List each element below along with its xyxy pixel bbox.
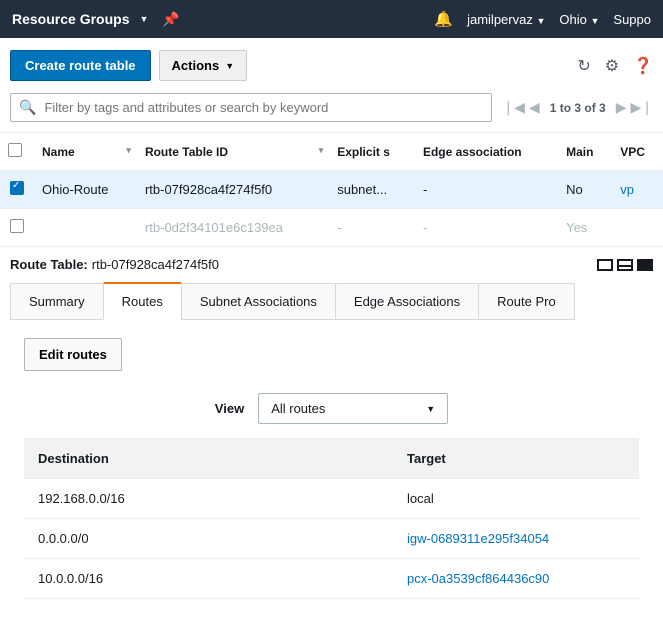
col-rtid[interactable]: Route Table ID▾: [137, 133, 329, 171]
page-last-icon[interactable]: ▶❘: [631, 99, 654, 116]
pin-icon[interactable]: 📌: [162, 11, 179, 28]
detail-id: rtb-07f928ca4f274f5f0: [92, 257, 219, 272]
col-edge[interactable]: Edge association: [415, 133, 558, 171]
cell-rtid: rtb-07f928ca4f274f5f0: [137, 171, 329, 209]
detail-header: Route Table: rtb-07f928ca4f274f5f0: [0, 247, 663, 282]
action-toolbar: Create route table Actions▼ ↻ ⚙ ❓: [0, 38, 663, 89]
row-checkbox[interactable]: [10, 181, 24, 195]
user-menu[interactable]: jamilpervaz ▼: [467, 12, 545, 27]
tab-route-propagation[interactable]: Route Pro: [478, 283, 575, 320]
actions-button[interactable]: Actions▼: [159, 50, 248, 81]
bell-icon[interactable]: 🔔: [434, 10, 453, 28]
view-label: View: [215, 401, 244, 416]
tab-routes[interactable]: Routes: [103, 282, 182, 320]
page-next-icon[interactable]: ▶: [616, 99, 627, 116]
filter-row: 🔍 ❘◀ ◀ 1 to 3 of 3 ▶ ▶❘: [0, 89, 663, 133]
routes-panel: Edit routes View All routes ▼ Destinatio…: [0, 320, 663, 617]
edit-routes-button[interactable]: Edit routes: [24, 338, 122, 371]
search-input[interactable]: [44, 100, 483, 115]
pager-text: 1 to 3 of 3: [550, 101, 606, 115]
refresh-icon[interactable]: ↻: [577, 56, 590, 76]
cell-target-link[interactable]: igw-0689311e295f34054: [393, 519, 639, 559]
chevron-down-icon: ▼: [426, 404, 435, 414]
cell-rtid: rtb-0d2f34101e6c139ea: [137, 209, 329, 247]
view-routes-select[interactable]: All routes ▼: [258, 393, 448, 424]
layout-split-icon[interactable]: [617, 259, 633, 271]
page-prev-icon[interactable]: ◀: [529, 99, 540, 116]
cell-explicit: -: [329, 209, 415, 247]
col-target: Target: [393, 439, 639, 479]
tab-edge-associations[interactable]: Edge Associations: [335, 283, 479, 320]
cell-vpc: [612, 209, 663, 247]
resource-groups-menu[interactable]: Resource Groups: [12, 11, 129, 27]
support-menu[interactable]: Suppo: [613, 12, 651, 27]
search-box[interactable]: 🔍: [10, 93, 492, 122]
top-navbar: Resource Groups ▼ 📌 🔔 jamilpervaz ▼ Ohio…: [0, 0, 663, 38]
tab-subnet-associations[interactable]: Subnet Associations: [181, 283, 336, 320]
pager: ❘◀ ◀ 1 to 3 of 3 ▶ ▶❘: [502, 99, 653, 116]
layout-bottom-icon[interactable]: [597, 259, 613, 271]
route-row: 10.0.0.0/16 pcx-0a3539cf864436c90: [24, 559, 639, 599]
cell-name: Ohio-Route: [34, 171, 137, 209]
cell-main: No: [558, 171, 612, 209]
help-icon[interactable]: ❓: [633, 56, 653, 76]
page-first-icon[interactable]: ❘◀: [502, 99, 525, 116]
col-name[interactable]: Name▾: [34, 133, 137, 171]
detail-label: Route Table:: [10, 257, 88, 272]
route-row: 192.168.0.0/16 local: [24, 479, 639, 519]
route-row: 0.0.0.0/0 igw-0689311e295f34054: [24, 519, 639, 559]
col-main[interactable]: Main: [558, 133, 612, 171]
row-checkbox[interactable]: [10, 219, 24, 233]
route-tables-table: Name▾ Route Table ID▾ Explicit s Edge as…: [0, 133, 663, 247]
table-row[interactable]: Ohio-Route rtb-07f928ca4f274f5f0 subnet.…: [0, 171, 663, 209]
cell-destination: 0.0.0.0/0: [24, 519, 393, 559]
tab-summary[interactable]: Summary: [10, 283, 104, 320]
cell-explicit: subnet...: [329, 171, 415, 209]
cell-main: Yes: [558, 209, 612, 247]
chevron-down-icon: ▼: [225, 61, 234, 71]
col-vpc[interactable]: VPC: [612, 133, 663, 171]
detail-tabs: Summary Routes Subnet Associations Edge …: [0, 282, 663, 320]
layout-full-icon[interactable]: [637, 259, 653, 271]
cell-destination: 10.0.0.0/16: [24, 559, 393, 599]
cell-target-link[interactable]: pcx-0a3539cf864436c90: [393, 559, 639, 599]
select-all-checkbox[interactable]: [8, 143, 22, 157]
search-icon: 🔍: [19, 99, 36, 116]
gear-icon[interactable]: ⚙: [605, 56, 619, 76]
cell-name: [34, 209, 137, 247]
cell-vpc: vp: [612, 171, 663, 209]
cell-destination: 192.168.0.0/16: [24, 479, 393, 519]
routes-table: Destination Target 192.168.0.0/16 local …: [24, 438, 639, 599]
cell-edge: -: [415, 171, 558, 209]
cell-edge: -: [415, 209, 558, 247]
table-row[interactable]: rtb-0d2f34101e6c139ea - - Yes: [0, 209, 663, 247]
region-menu[interactable]: Ohio ▼: [559, 12, 599, 27]
col-destination: Destination: [24, 439, 393, 479]
col-explicit[interactable]: Explicit s: [329, 133, 415, 171]
cell-target: local: [393, 479, 639, 519]
create-route-table-button[interactable]: Create route table: [10, 50, 151, 81]
chevron-down-icon: ▼: [139, 14, 148, 24]
